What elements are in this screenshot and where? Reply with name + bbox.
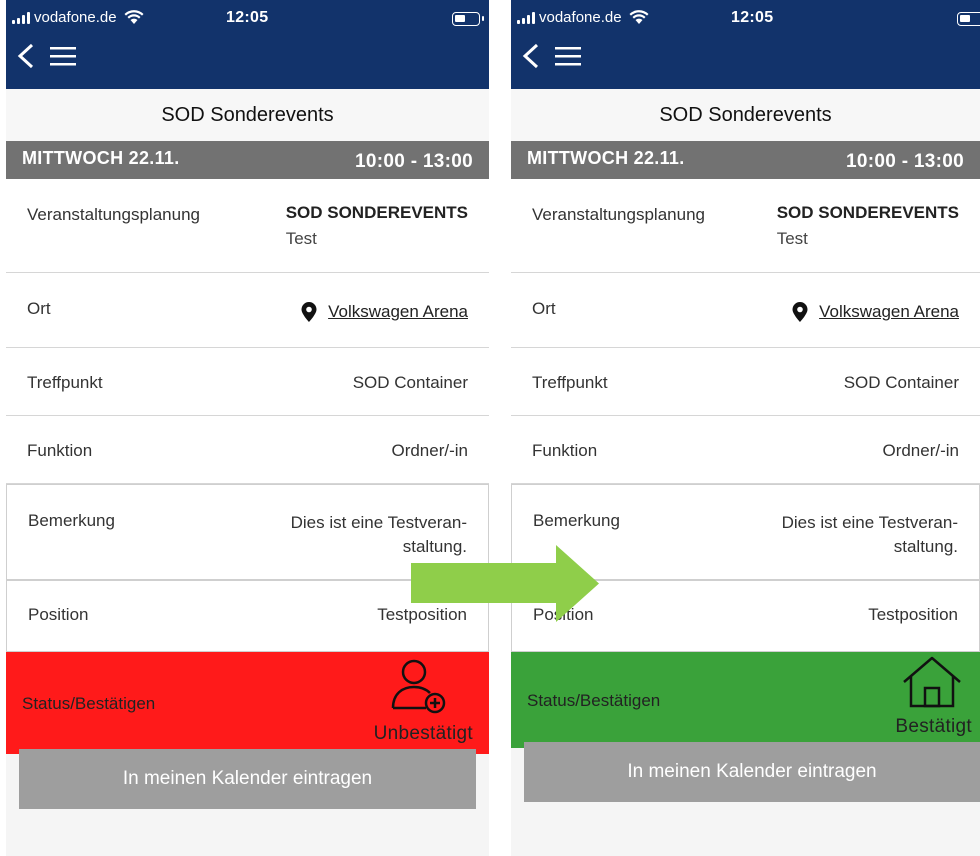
date-bar: MITTWOCH 22.11. 10:00 - 13:00 xyxy=(6,141,489,179)
app-header: vodafone.de 12:05 xyxy=(511,0,980,89)
event-day: MITTWOCH 22.11. xyxy=(22,148,180,168)
function-label: Funktion xyxy=(27,441,93,460)
location-link[interactable]: Volkswagen Arena xyxy=(328,302,468,322)
battery-icon xyxy=(452,12,484,26)
meeting-point-value: SOD Container xyxy=(352,373,468,392)
screen-before: vodafone.de 12:05 SOD Sonderevents MITTW… xyxy=(6,0,489,856)
meeting-point-value: SOD Container xyxy=(843,373,959,392)
planning-label: Veranstaltungsplanung xyxy=(27,205,200,224)
hamburger-menu-icon[interactable] xyxy=(553,45,583,67)
location-link[interactable]: Volkswagen Arena xyxy=(819,302,959,322)
status-label: Status/Bestätigen xyxy=(527,691,661,710)
chevron-left-icon[interactable] xyxy=(14,42,38,70)
row-location: Ort Volkswagen Arena xyxy=(511,273,980,348)
status-bar: vodafone.de 12:05 xyxy=(511,0,980,38)
planning-sub: Test xyxy=(285,229,317,248)
remark-line-1: Dies ist eine Testveran- xyxy=(290,513,467,532)
position-value: Testposition xyxy=(868,605,958,624)
add-to-calendar-button[interactable]: In meinen Kalender eintragen xyxy=(524,742,980,802)
row-function: Funktion Ordner/-in xyxy=(6,416,489,484)
remark-label: Bemerkung xyxy=(28,511,115,530)
position-label: Position xyxy=(28,605,89,624)
wifi-icon xyxy=(124,10,144,24)
planning-label: Veranstaltungsplanung xyxy=(532,205,705,224)
screen-after: vodafone.de 12:05 SOD Sonderevents MITTW… xyxy=(511,0,980,856)
row-meeting-point: Treffpunkt SOD Container xyxy=(6,348,489,416)
add-to-calendar-button[interactable]: In meinen Kalender eintragen xyxy=(19,749,476,809)
status-state-confirmed: Bestätigt xyxy=(895,716,972,737)
carrier-name: vodafone.de xyxy=(539,9,622,26)
function-value: Ordner/-in xyxy=(882,441,959,460)
function-label: Funktion xyxy=(532,441,598,460)
status-confirm-panel[interactable]: Status/Bestätigen Unbestätigt xyxy=(6,652,489,754)
row-function: Funktion Ordner/-in xyxy=(511,416,980,484)
planning-value: SOD SONDEREVENTS xyxy=(776,203,959,222)
row-location: Ort Volkswagen Arena xyxy=(6,273,489,348)
map-pin-icon xyxy=(301,302,317,322)
battery-icon xyxy=(957,12,980,26)
row-meeting-point: Treffpunkt SOD Container xyxy=(511,348,980,416)
status-state-unconfirmed: Unbestätigt xyxy=(373,723,473,744)
row-event-planning: Veranstaltungsplanung SOD SONDEREVENTS T… xyxy=(6,179,489,273)
status-label: Status/Bestätigen xyxy=(22,694,156,713)
planning-value: SOD SONDEREVENTS xyxy=(285,203,468,222)
clock: 12:05 xyxy=(731,9,774,26)
remark-label: Bemerkung xyxy=(533,511,620,530)
remark-line-2: staltung. xyxy=(893,537,958,556)
function-value: Ordner/-in xyxy=(391,441,468,460)
location-label: Ort xyxy=(532,299,556,318)
remark-line-1: Dies ist eine Testveran- xyxy=(781,513,958,532)
status-confirm-panel[interactable]: Status/Bestätigen Bestätigt xyxy=(511,652,980,748)
status-bar: vodafone.de 12:05 xyxy=(6,0,489,38)
map-pin-icon xyxy=(792,302,808,322)
home-icon xyxy=(903,656,961,708)
wifi-icon xyxy=(629,10,649,24)
row-event-planning: Veranstaltungsplanung SOD SONDEREVENTS T… xyxy=(511,179,980,273)
event-time: 10:00 - 13:00 xyxy=(846,151,964,172)
location-label: Ort xyxy=(27,299,51,318)
event-time: 10:00 - 13:00 xyxy=(355,151,473,172)
arrow-right-icon xyxy=(411,545,599,622)
clock: 12:05 xyxy=(226,9,269,26)
carrier-name: vodafone.de xyxy=(34,9,117,26)
page-title: SOD Sonderevents xyxy=(511,89,980,141)
signal-icon xyxy=(12,12,30,24)
page-title: SOD Sonderevents xyxy=(6,89,489,141)
meeting-point-label: Treffpunkt xyxy=(27,373,103,392)
planning-sub: Test xyxy=(776,229,808,248)
user-add-icon xyxy=(391,659,446,714)
date-bar: MITTWOCH 22.11. 10:00 - 13:00 xyxy=(511,141,980,179)
app-header: vodafone.de 12:05 xyxy=(6,0,489,89)
chevron-left-icon[interactable] xyxy=(519,42,543,70)
hamburger-menu-icon[interactable] xyxy=(48,45,78,67)
signal-icon xyxy=(517,12,535,24)
meeting-point-label: Treffpunkt xyxy=(532,373,608,392)
event-day: MITTWOCH 22.11. xyxy=(527,148,685,168)
